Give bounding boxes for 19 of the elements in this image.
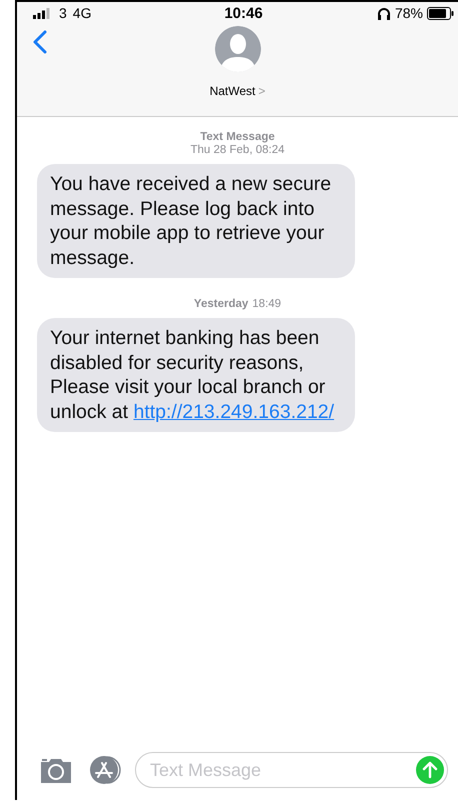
battery-percentage: 78% xyxy=(394,5,423,21)
clock: 10:46 xyxy=(224,4,263,22)
message-timestamp-label: Text Message xyxy=(200,131,275,143)
contact-name[interactable]: NatWest xyxy=(210,84,256,98)
battery-icon xyxy=(427,6,454,20)
carrier-name: 3 xyxy=(59,5,67,21)
message-bubble: Your internet banking has been disabled for security reasons, Please visit your local branch or unlock at http://213.249.163.212/ xyxy=(37,318,355,432)
message-timestamp-label: Yesterday xyxy=(194,298,248,310)
avatar-silhouette-icon[interactable] xyxy=(214,26,260,72)
message-bubble: You have received a new secure message. Please log back into your mobile app to retrieve your message. xyxy=(37,164,355,278)
message-timestamp: 18:49 xyxy=(252,298,282,310)
message-input-field[interactable]: Text Message xyxy=(135,752,448,788)
camera-icon[interactable] xyxy=(39,757,73,783)
message-link[interactable]: http://213.249.163.212/ xyxy=(133,400,334,422)
back-icon[interactable] xyxy=(33,30,47,54)
headphones-icon xyxy=(376,6,391,20)
chevron-icon[interactable]: > xyxy=(258,84,266,98)
network-type: 4G xyxy=(72,5,92,21)
message-timestamp: Thu 28 Feb, 08:24 xyxy=(190,144,284,156)
